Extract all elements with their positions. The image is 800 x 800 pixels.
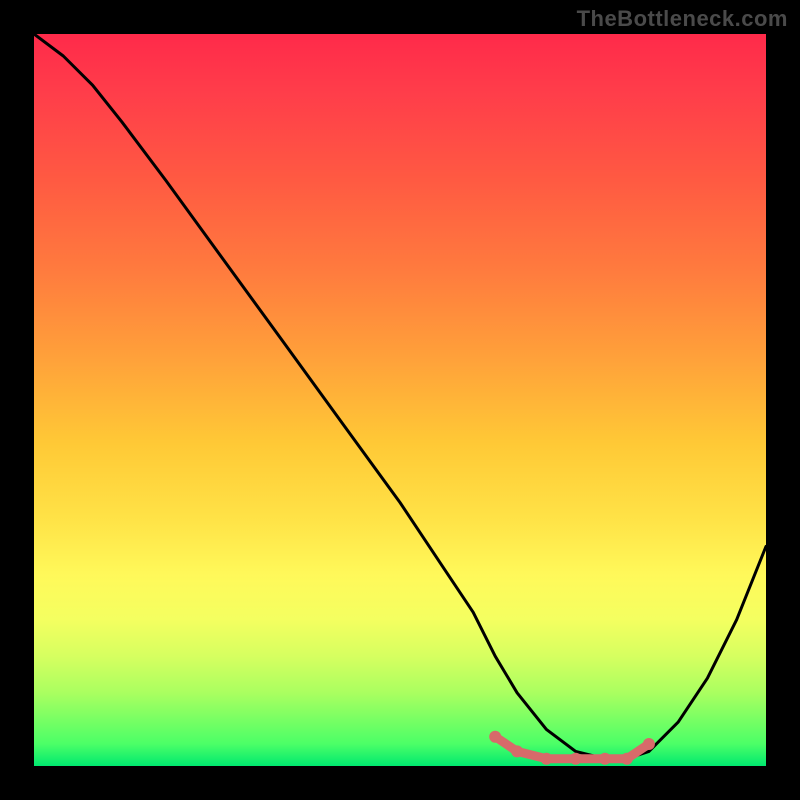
plot-area <box>34 34 766 766</box>
optimal-range-dot <box>643 738 655 750</box>
chart-frame: TheBottleneck.com <box>0 0 800 800</box>
optimal-range-dot <box>540 753 552 765</box>
watermark-text: TheBottleneck.com <box>577 6 788 32</box>
curve-layer <box>34 34 766 766</box>
optimal-range-dot <box>570 753 582 765</box>
optimal-range-dot <box>599 753 611 765</box>
optimal-range-dot <box>489 731 501 743</box>
optimal-range-dot <box>621 753 633 765</box>
optimal-range-dot <box>511 745 523 757</box>
bottleneck-curve-path <box>34 34 766 759</box>
